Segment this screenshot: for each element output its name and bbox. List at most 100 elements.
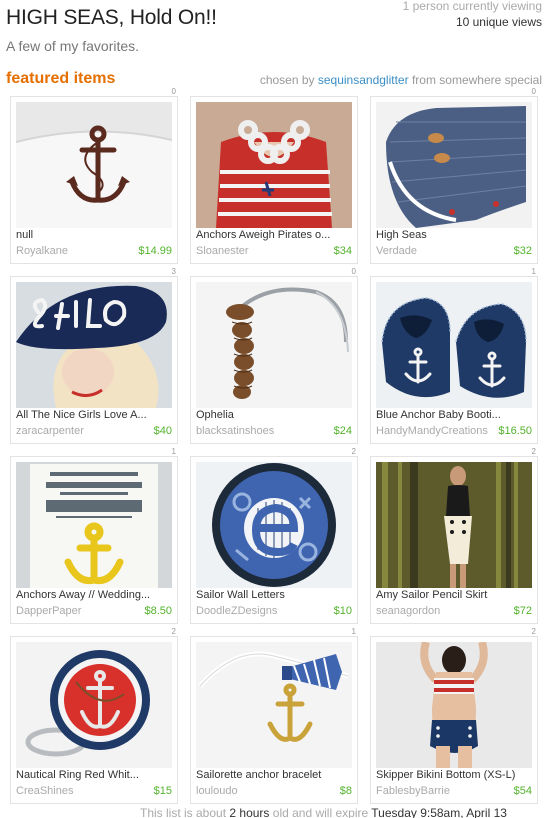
page-subtitle: A few of my favorites. [6,38,140,54]
item-price: $40 [153,425,172,437]
anchor-bracelet-image [196,642,352,768]
item-title[interactable]: Amy Sailor Pencil Skirt [376,589,532,601]
item-card[interactable]: 2 [370,628,538,804]
item-price: $8 [339,785,352,797]
shop-name[interactable]: HandyMandyCreations [376,425,488,437]
curator-link[interactable]: sequinsandglitter [318,73,409,87]
rope-necklace-image [196,102,352,228]
item-card[interactable]: 0 High Seas Verdade $32 [370,88,538,264]
unique-views: 10 unique views [455,15,542,29]
shop-name[interactable]: zaracarpenter [16,425,84,437]
item-title[interactable]: Sailorette anchor bracelet [196,769,352,781]
expiry-date: Tuesday 9:58am, April 13 [371,806,507,818]
item-title[interactable]: Blue Anchor Baby Booti... [376,409,532,421]
viewing-count: 1 person currently viewing [402,0,542,13]
item-card[interactable]: 2 [370,448,538,624]
item-price: $14.99 [138,245,172,257]
item-badge: 3 [171,267,176,276]
item-badge: 0 [351,267,356,276]
item-price: $24 [333,425,352,437]
item-card[interactable]: 3 All The Nice Girls Love A... zaracarpe… [10,268,178,444]
sailor-hat-image [16,282,172,408]
baby-booties-thumbnail[interactable] [376,282,532,408]
rope-headband-thumbnail[interactable] [196,282,352,408]
item-card[interactable]: 1 Blue Anchor Baby Booti... HandyMandyCr… [370,268,538,444]
shop-name[interactable]: Royalkane [16,245,68,257]
item-card[interactable]: 1 Sailorette anchor bracelet louloudo $8 [190,628,358,804]
item-title[interactable]: Nautical Ring Red Whit... [16,769,172,781]
bikini-thumbnail[interactable] [376,642,532,768]
anchor-ring-image [16,642,172,768]
shop-name[interactable]: Sloanester [196,245,249,257]
expiry-note: This list is about 2 hours old and will … [140,806,507,818]
item-price: $10 [333,605,352,617]
item-card[interactable]: 1 Anchors Away // Wedding... DapperPaper… [10,448,178,624]
bikini-image [376,642,532,768]
item-price: $54 [513,785,532,797]
list-header: HIGH SEAS, Hold On!! A few of my favorit… [6,0,546,64]
rope-headband-image [196,282,352,408]
anchor-bracelet-thumbnail[interactable] [196,642,352,768]
shop-name[interactable]: DapperPaper [16,605,81,617]
denim-cuff-image [376,102,532,228]
item-price: $15 [153,785,172,797]
item-badge: 1 [531,267,536,276]
item-badge: 1 [171,447,176,456]
item-title[interactable]: Skipper Bikini Bottom (XS-L) [376,769,532,781]
item-title[interactable]: Ophelia [196,409,352,421]
shop-name[interactable]: seanagordon [376,605,440,617]
wall-letter-image [196,462,352,588]
shop-name[interactable]: louloudo [196,785,238,797]
anchor-pillow-thumbnail[interactable] [16,102,172,228]
item-title[interactable]: Anchors Aweigh Pirates o... [196,229,352,241]
chosen-by-label: chosen by [259,73,315,87]
from-label: from [411,73,436,87]
item-card[interactable]: 2 [190,448,358,624]
item-badge: 0 [531,87,536,96]
item-badge: 0 [171,87,176,96]
item-title[interactable]: High Seas [376,229,532,241]
item-card[interactable]: 0 null Royalkane $14.99 [10,88,178,264]
anchor-ring-thumbnail[interactable] [16,642,172,768]
featured-items-heading: featured items [6,70,116,87]
item-card[interactable]: 0 Ophelia blacksatinshoes $24 [190,268,358,444]
curator-location: somewhere special [439,73,542,87]
wedding-invite-image [16,462,172,588]
item-badge: 2 [531,627,536,636]
item-badge: 1 [351,627,356,636]
baby-booties-image [376,282,532,408]
shop-name[interactable]: CreaShines [16,785,73,797]
shop-name[interactable]: blacksatinshoes [196,425,274,437]
item-title[interactable]: null [16,229,172,241]
pencil-skirt-thumbnail[interactable] [376,462,532,588]
item-price: $32 [513,245,532,257]
item-title[interactable]: All The Nice Girls Love A... [16,409,172,421]
item-badge: 2 [171,627,176,636]
item-price: $72 [513,605,532,617]
featured-bar: featured items chosen by sequinsandglitt… [6,70,542,90]
page-title: HIGH SEAS, Hold On!! [6,6,217,29]
item-card[interactable]: 2 Nautical Ring Red Whit... CreaShines $… [10,628,178,804]
rope-necklace-thumbnail[interactable] [196,102,352,228]
item-title[interactable]: Sailor Wall Letters [196,589,352,601]
item-price: $34 [333,245,352,257]
shop-name[interactable]: FablesbyBarrie [376,785,450,797]
sailor-hat-thumbnail[interactable] [16,282,172,408]
item-badge: 2 [351,447,356,456]
item-price: $16.50 [498,425,532,437]
anchor-pillow-image [16,102,172,228]
chosen-by-line: chosen by sequinsandglitter from somewhe… [260,73,542,87]
denim-cuff-thumbnail[interactable] [376,102,532,228]
shop-name[interactable]: DoodleZDesigns [196,605,277,617]
pencil-skirt-image [376,462,532,588]
wall-letter-thumbnail[interactable] [196,462,352,588]
item-card[interactable]: Anchors Aweigh Pirates o... Sloanester $… [190,96,358,264]
expiry-middle: old and will expire [272,806,369,818]
item-badge: 2 [531,447,536,456]
list-age: 2 hours [229,806,270,818]
shop-name[interactable]: Verdade [376,245,417,257]
item-price: $8.50 [144,605,172,617]
expiry-prefix: This list is about [140,806,227,818]
wedding-invite-thumbnail[interactable] [16,462,172,588]
item-title[interactable]: Anchors Away // Wedding... [16,589,172,601]
